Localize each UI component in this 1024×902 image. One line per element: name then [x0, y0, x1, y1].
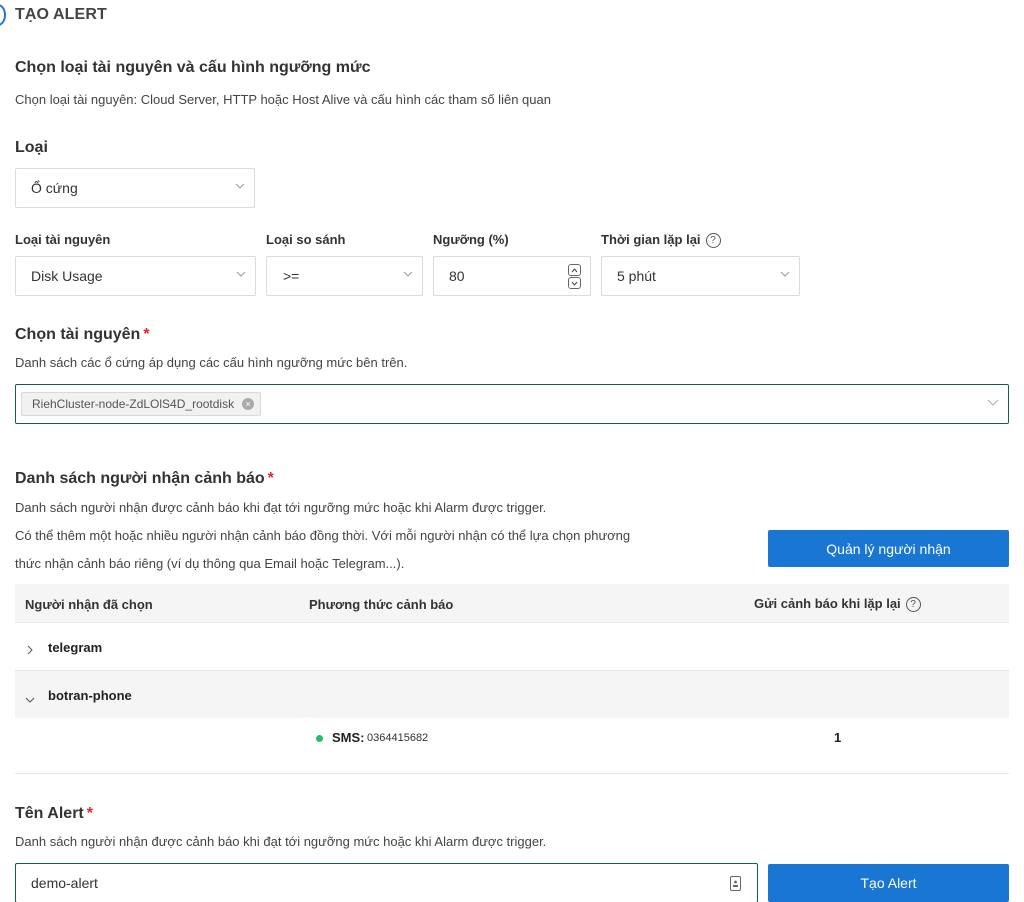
recipients-title: Danh sách người nhận cảnh báo *: [15, 470, 274, 488]
repeat-label-text: Thời gian lặp lại: [601, 232, 701, 247]
alert-name-title: Tên Alert *: [15, 805, 93, 823]
chevron-right-icon[interactable]: [27, 642, 34, 660]
create-alert-button[interactable]: Tạo Alert: [768, 864, 1009, 902]
section-description-resource-config: Chọn loại tài nguyên: Cloud Server, HTTP…: [15, 92, 551, 107]
comparison-value: >=: [283, 268, 300, 284]
resources-title: Chọn tài nguyên *: [15, 326, 150, 344]
close-icon[interactable]: ×: [242, 398, 255, 410]
repeat-count: 1: [834, 730, 842, 745]
comparison-select[interactable]: >=: [266, 256, 423, 296]
status-dot-icon: [316, 735, 323, 742]
resource-type-select[interactable]: Disk Usage: [15, 256, 256, 296]
chevron-down-icon: [236, 271, 246, 280]
section-title-resource-config: Chọn loại tài nguyên và cấu hình ngưỡng …: [15, 59, 371, 76]
chevron-down-icon[interactable]: [25, 691, 35, 709]
help-icon[interactable]: ?: [905, 597, 921, 612]
recipient-group-name: botran-phone: [48, 688, 132, 703]
resource-tag-label: RiehCluster-node-ZdLOlS4D_rootdisk: [32, 397, 235, 411]
chevron-down-icon: [780, 271, 790, 280]
alert-name-title-text: Tên Alert: [15, 805, 84, 822]
recipient-group-name: telegram: [48, 640, 103, 655]
chevron-down-icon: [987, 399, 999, 408]
page-title: TẠO ALERT: [15, 6, 107, 23]
manage-recipients-button[interactable]: Quản lý người nhận: [768, 530, 1009, 567]
repeat-value: 5 phút: [617, 268, 656, 284]
recipients-table-header: Người nhận đã chọn Phương thức cảnh báo …: [15, 584, 1009, 623]
threshold-value: 80: [449, 268, 465, 284]
page-header-icon: [0, 4, 6, 26]
alert-name-input[interactable]: demo-alert: [15, 863, 758, 902]
recipient-detail-row: SMS: 0364415682 1: [15, 718, 1009, 774]
resource-type-value: Disk Usage: [31, 268, 103, 284]
recipients-title-text: Danh sách người nhận cảnh báo: [15, 470, 265, 487]
method-label: SMS:: [332, 730, 365, 745]
resources-description: Danh sách các ổ cứng áp dụng các cấu hìn…: [15, 355, 408, 370]
recipient-group-row[interactable]: botran-phone: [15, 671, 1009, 718]
recipient-group-row[interactable]: telegram: [15, 623, 1009, 671]
help-icon[interactable]: ?: [705, 233, 721, 248]
required-marker: *: [86, 805, 93, 822]
recipients-description: Danh sách người nhận được cảnh báo khi đ…: [15, 500, 547, 515]
repeat-select[interactable]: 5 phút: [601, 256, 800, 296]
resource-type-label: Loại tài nguyên: [15, 232, 111, 247]
threshold-stepper[interactable]: [568, 264, 581, 290]
col-repeat: Gửi cảnh báo khi lặp lại?: [754, 596, 921, 612]
threshold-input[interactable]: 80: [433, 256, 591, 296]
recipients-description-line2: thức nhận cảnh báo riêng (ví dụ thông qu…: [15, 556, 405, 571]
repeat-label: Thời gian lặp lại?: [601, 232, 721, 248]
resources-title-text: Chọn tài nguyên: [15, 326, 141, 343]
comparison-label: Loại so sánh: [266, 232, 346, 247]
resource-tag: RiehCluster-node-ZdLOlS4D_rootdisk ×: [21, 392, 262, 416]
alert-name-description: Danh sách người nhận được cảnh báo khi đ…: [15, 834, 547, 849]
stepper-up-icon[interactable]: [568, 264, 581, 276]
required-marker: *: [267, 470, 274, 487]
col-method: Phương thức cảnh báo: [309, 597, 454, 612]
required-marker: *: [143, 326, 150, 343]
method-target: 0364415682: [367, 732, 429, 744]
col-recipient: Người nhận đã chọn: [25, 597, 153, 612]
type-select[interactable]: Ổ cứng: [15, 168, 255, 208]
col-repeat-text: Gửi cảnh báo khi lặp lại: [754, 596, 901, 611]
alert-name-value: demo-alert: [31, 875, 98, 891]
type-select-value: Ổ cứng: [31, 180, 78, 196]
contact-card-icon: [730, 876, 741, 894]
type-label: Loại: [15, 139, 48, 156]
recipients-description-line1: Có thể thêm một hoặc nhiều người nhận cả…: [15, 528, 631, 543]
chevron-down-icon: [403, 271, 413, 280]
threshold-label: Ngưỡng (%): [433, 232, 509, 247]
resources-multiselect[interactable]: RiehCluster-node-ZdLOlS4D_rootdisk ×: [15, 384, 1009, 424]
chevron-down-icon: [235, 183, 245, 192]
stepper-down-icon[interactable]: [568, 277, 581, 289]
